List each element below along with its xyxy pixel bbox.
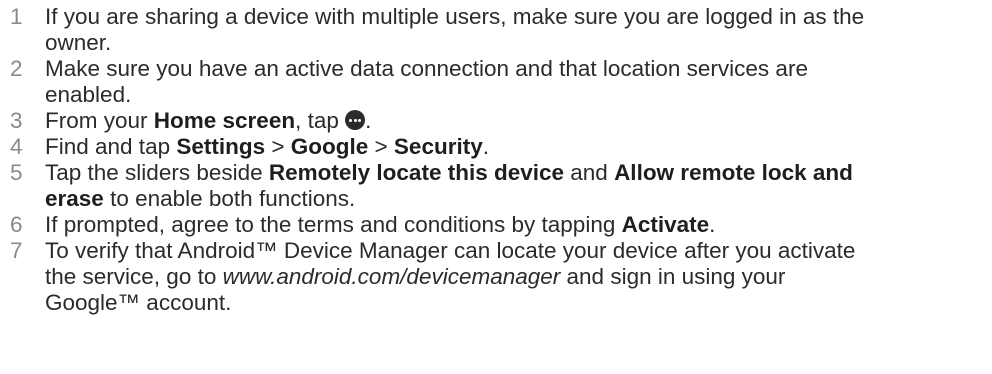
step-1: 1 If you are sharing a device with multi… — [0, 4, 992, 56]
step-number: 4 — [10, 134, 23, 159]
step-number: 5 — [10, 160, 23, 185]
step-5: 5 Tap the sliders beside Remotely locate… — [0, 160, 992, 212]
settings-label: Settings — [176, 134, 266, 159]
step-number: 3 — [10, 108, 23, 133]
step-7-line-3: Google™ account. — [45, 290, 232, 315]
step-4-text-pre: Find and tap — [45, 134, 177, 159]
step-3: 3 From your Home screen, tap . — [0, 108, 992, 134]
separator: > — [265, 134, 291, 159]
apps-icon — [345, 110, 366, 130]
allow-remote-lock-label: Allow remote lock and — [614, 160, 853, 185]
step-text: From your Home screen, tap . — [45, 108, 992, 134]
erase-label: erase — [45, 186, 104, 211]
security-label: Security — [393, 134, 483, 159]
step-5-text-pre: Tap the sliders beside — [45, 160, 269, 185]
step-text: If prompted, agree to the terms and cond… — [45, 212, 992, 238]
step-7-text-post: and sign in using your — [560, 264, 786, 289]
device-manager-url: www.android.com/devicemanager — [222, 264, 561, 289]
step-text: To verify that Android™ Device Manager c… — [45, 238, 992, 316]
step-7-line-1: To verify that Android™ Device Manager c… — [45, 238, 856, 263]
step-5-text-mid: and — [564, 160, 615, 185]
step-6-text-pre: If prompted, agree to the terms and cond… — [45, 212, 622, 237]
step-1-line-1: If you are sharing a device with multipl… — [45, 4, 865, 29]
step-4-text-post: . — [482, 134, 489, 159]
step-3-text-mid: , tap — [295, 108, 346, 133]
step-2: 2 Make sure you have an active data conn… — [0, 56, 992, 108]
step-3-text-pre: From your — [45, 108, 154, 133]
step-number: 7 — [10, 238, 23, 263]
separator: > — [368, 134, 394, 159]
home-screen-label: Home screen — [153, 108, 296, 133]
step-6-text-post: . — [709, 212, 716, 237]
step-1-line-2: owner. — [45, 30, 112, 55]
step-text: If you are sharing a device with multipl… — [45, 4, 992, 56]
step-6: 6 If prompted, agree to the terms and co… — [0, 212, 992, 238]
step-7-text-pre: the service, go to — [45, 264, 223, 289]
step-number: 6 — [10, 212, 23, 237]
step-7: 7 To verify that Android™ Device Manager… — [0, 238, 992, 316]
remotely-locate-label: Remotely locate this device — [268, 160, 565, 185]
step-2-line-2: enabled. — [45, 82, 132, 107]
step-4: 4 Find and tap Settings > Google > Secur… — [0, 134, 992, 160]
step-text: Find and tap Settings > Google > Securit… — [45, 134, 992, 160]
step-5-text-post: to enable both functions. — [103, 186, 356, 211]
instruction-steps: 1 If you are sharing a device with multi… — [0, 0, 992, 316]
google-label: Google — [290, 134, 369, 159]
step-text: Make sure you have an active data connec… — [45, 56, 992, 108]
step-2-line-1: Make sure you have an active data connec… — [45, 56, 808, 81]
step-text: Tap the sliders beside Remotely locate t… — [45, 160, 992, 212]
activate-label: Activate — [621, 212, 710, 237]
step-3-text-post: . — [365, 108, 372, 133]
step-number: 2 — [10, 56, 23, 81]
step-number: 1 — [10, 4, 23, 29]
